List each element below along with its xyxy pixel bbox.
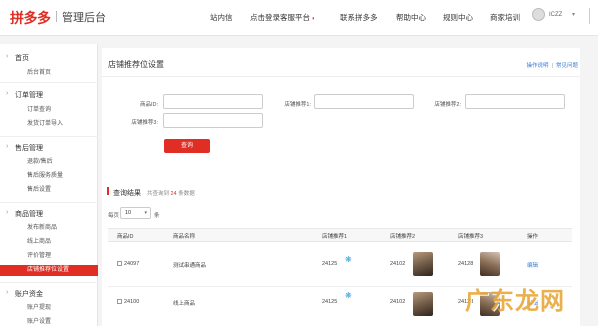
rec1-input[interactable] — [314, 94, 414, 109]
sidebar-item-order-import[interactable]: 发货订单导入 — [0, 119, 98, 130]
row-goods-id: 24100 — [117, 299, 139, 305]
logo[interactable]: 拼多多 — [10, 8, 51, 28]
user-name[interactable]: ICZZ — [549, 12, 562, 18]
avatar[interactable] — [532, 8, 545, 21]
sidebar-item-order-query[interactable]: 订单查询 — [0, 105, 98, 116]
rec1-label: 店铺推荐1: — [284, 102, 311, 108]
product-thumbnail — [413, 252, 433, 276]
chevron-right-icon: › — [6, 90, 9, 97]
sidebar-item-refunds[interactable]: 退款/售后 — [0, 157, 98, 168]
nav-rules-center[interactable]: 规则中心 — [443, 12, 473, 23]
watermark: 广东龙网 — [465, 288, 565, 315]
link-faq[interactable]: 常见问题 — [556, 63, 578, 69]
nav-messages[interactable]: 站内信 — [210, 12, 233, 23]
divider — [0, 136, 98, 137]
row-goods-name: 测试串通商品 — [173, 263, 207, 269]
col-goods-name: 商品名称 — [173, 234, 196, 240]
sidebar-item-dashboard[interactable]: 后台首页 — [0, 68, 98, 79]
sidebar-group-aftersales[interactable]: 售后管理 — [15, 143, 43, 153]
table-header: 商品ID 商品名称 店铺推荐1 店铺推荐2 店铺推荐3 操作 — [108, 228, 572, 242]
product-thumbnail — [480, 252, 500, 276]
rec3-label: 店铺推荐3: — [131, 120, 158, 126]
per-page-unit: 条 — [154, 213, 160, 219]
chevron-right-icon: › — [6, 143, 9, 150]
logo-divider — [56, 11, 57, 22]
col-action: 操作 — [527, 234, 539, 240]
nav-help-center[interactable]: 帮助中心 — [396, 12, 426, 23]
rec2-label: 店铺推荐2: — [434, 102, 461, 108]
nav-contact[interactable]: 联系拼多多 — [340, 12, 378, 23]
chevron-right-icon: › — [6, 53, 9, 60]
sidebar-group-orders[interactable]: 订单管理 — [15, 90, 43, 100]
link-separator: | — [551, 63, 553, 69]
edit-link[interactable]: 编辑 — [527, 261, 538, 269]
row-rec2: 24102 — [390, 299, 406, 305]
chevron-right-icon: › — [6, 209, 9, 216]
row-rec1: 24125 — [322, 299, 338, 305]
section-accent — [107, 187, 109, 195]
per-page-select[interactable]: 10 ▾ — [120, 207, 151, 219]
col-rec1: 店铺推荐1 — [322, 234, 348, 240]
divider — [0, 282, 98, 283]
help-links: 操作说明 | 常见问题 — [527, 61, 578, 69]
top-header: 拼多多 管理后台 站内信 点击登录客服平台 ◐ 联系拼多多 帮助中心 规则中心 商… — [0, 0, 598, 36]
rec3-input[interactable] — [163, 113, 263, 128]
col-rec3: 店铺推荐3 — [458, 234, 484, 240]
bell-icon: ◐ — [312, 16, 316, 22]
sidebar: › 首页 后台首页 › 订单管理 订单查询 发货订单导入 › 售后管理 退款/售… — [0, 44, 98, 326]
sidebar-group-goods[interactable]: 商品管理 — [15, 209, 43, 219]
wechat-icon: ❋ — [345, 255, 352, 264]
chevron-right-icon: › — [6, 289, 9, 296]
divider — [0, 82, 98, 83]
header-divider — [589, 8, 590, 24]
sidebar-item-service-quality[interactable]: 售后服务质量 — [0, 171, 98, 182]
sidebar-group-funds[interactable]: 账户资金 — [15, 289, 43, 299]
results-title: 查询结果 — [113, 190, 141, 197]
nav-customer-service[interactable]: 点击登录客服平台 ◐ — [250, 12, 316, 23]
col-rec2: 店铺推荐2 — [390, 234, 416, 240]
page-title: 店铺推荐位设置 — [108, 60, 164, 69]
col-goods-id: 商品ID — [117, 234, 134, 240]
rec2-input[interactable] — [465, 94, 565, 109]
app-title: 管理后台 — [62, 12, 106, 24]
row-rec1: 24125 — [322, 261, 338, 267]
nav-merchant-training[interactable]: 商家培训 — [490, 12, 520, 23]
row-checkbox[interactable] — [117, 261, 122, 266]
row-checkbox[interactable] — [117, 299, 122, 304]
sidebar-item-aftersales-settings[interactable]: 售后设置 — [0, 185, 98, 196]
wechat-icon: ❋ — [345, 291, 352, 300]
divider — [0, 202, 98, 203]
divider — [102, 76, 580, 77]
sidebar-group-home[interactable]: 首页 — [15, 53, 29, 63]
sidebar-item-online-goods[interactable]: 线上商品 — [0, 237, 98, 248]
row-rec3: 24128 — [458, 261, 474, 267]
sidebar-item-new-goods[interactable]: 发布新商品 — [0, 223, 98, 234]
chevron-down-icon: ▾ — [144, 210, 147, 216]
goods-id-input[interactable] — [163, 94, 263, 109]
chevron-down-icon[interactable]: ▾ — [572, 11, 575, 18]
sidebar-item-withdraw[interactable]: 账户提现 — [0, 303, 98, 314]
sidebar-item-account-settings[interactable]: 账户设置 — [0, 317, 98, 326]
results-count: 共查询到 24 条数据 — [147, 191, 195, 197]
row-goods-id: 24097 — [117, 261, 139, 267]
sidebar-item-shop-recommend[interactable]: 店铺推荐位设置 — [0, 265, 98, 276]
query-button[interactable]: 查询 — [164, 139, 210, 153]
row-goods-name: 线上商品 — [173, 301, 196, 307]
per-page-label: 每页 — [108, 213, 120, 219]
product-thumbnail — [413, 292, 433, 316]
sidebar-item-reviews[interactable]: 评价管理 — [0, 251, 98, 262]
goods-id-label: 商品ID: — [139, 102, 158, 108]
row-rec2: 24102 — [390, 261, 406, 267]
link-instructions[interactable]: 操作说明 — [527, 63, 549, 69]
